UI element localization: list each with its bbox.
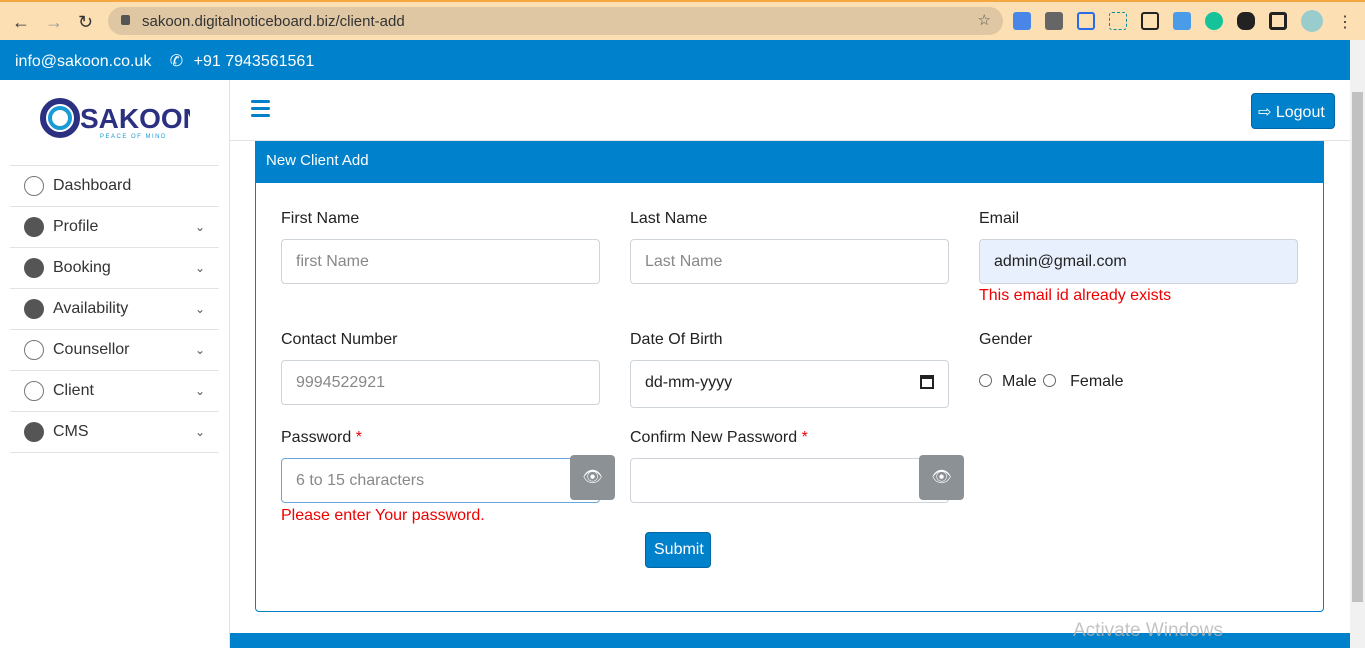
dob-placeholder: dd-mm-yyyy — [645, 374, 733, 391]
translate-icon[interactable] — [1013, 12, 1031, 30]
clock-icon — [24, 381, 44, 401]
sidepanel-icon[interactable] — [1269, 12, 1287, 30]
sidebar-item-booking[interactable]: Booking ⌄ — [10, 248, 219, 289]
phone-icon: ✆ — [169, 53, 184, 70]
puzzle-icon[interactable] — [1237, 12, 1255, 30]
back-icon[interactable]: ← — [12, 12, 30, 33]
user-icon — [24, 217, 44, 237]
header: ⇨ Logout — [230, 80, 1350, 141]
gender-radios: Male Female — [979, 373, 1124, 391]
female-label: Female — [1070, 373, 1124, 390]
sidebar-item-client[interactable]: Client ⌄ — [10, 371, 219, 412]
browser-toolbar: ← → ↻ sakoon.digitalnoticeboard.biz/clie… — [0, 0, 1365, 40]
email-input[interactable]: admin@gmail.com — [979, 239, 1298, 284]
avatar[interactable] — [1301, 10, 1323, 32]
contact-email[interactable]: info@sakoon.co.uk — [15, 53, 151, 70]
sidebar-item-availability[interactable]: Availability ⌄ — [10, 289, 219, 330]
logo[interactable]: SAKOON PEACE OF MIND — [40, 96, 203, 145]
first-name-label: First Name — [281, 210, 360, 227]
sigma-icon[interactable] — [1045, 12, 1063, 30]
confirm-password-input[interactable] — [630, 458, 949, 503]
contact-input[interactable]: 9994522921 — [281, 360, 600, 405]
record-icon[interactable] — [1077, 12, 1095, 30]
dob-label: Date Of Birth — [630, 331, 723, 348]
calendar-icon[interactable] — [920, 375, 934, 389]
password-label: Password * — [281, 429, 362, 446]
dashboard-icon — [24, 299, 44, 319]
activate-windows-watermark: Activate Windows — [1073, 620, 1223, 641]
logout-label: Logout — [1275, 104, 1325, 121]
menu-dots-icon[interactable]: ⋮ — [1337, 12, 1353, 31]
submit-button[interactable]: Submit — [645, 532, 711, 568]
hamburger-menu-icon[interactable] — [251, 100, 270, 121]
new-client-form: New Client Add First Name first Name Las… — [255, 141, 1324, 612]
chevron-down-icon: ⌄ — [194, 384, 205, 398]
sidebar-item-label: Client — [53, 382, 94, 399]
email-label: Email — [979, 210, 1020, 227]
home-icon — [24, 176, 44, 196]
first-name-input[interactable]: first Name — [281, 239, 600, 284]
show-password-eye-icon[interactable]: 👁 — [570, 455, 615, 500]
pip-icon[interactable] — [1141, 12, 1159, 30]
female-radio[interactable] — [1043, 374, 1057, 387]
clock-icon — [24, 340, 44, 360]
sidebar-item-label: Booking — [53, 259, 111, 276]
n-extension-icon[interactable] — [1109, 12, 1127, 30]
sidebar-item-cms[interactable]: CMS ⌄ — [10, 412, 219, 453]
sidebar-item-profile[interactable]: Profile ⌄ — [10, 207, 219, 248]
logout-button[interactable]: ⇨ Logout — [1251, 93, 1335, 129]
male-label: Male — [1002, 373, 1037, 390]
chevron-down-icon: ⌄ — [194, 343, 205, 357]
address-bar[interactable]: sakoon.digitalnoticeboard.biz/client-add… — [108, 7, 1003, 35]
sidebar-menu: Dashboard Profile ⌄ Booking ⌄ Availability ⌄ Co… — [10, 165, 219, 453]
sidebar-item-counsellor[interactable]: Counsellor ⌄ — [10, 330, 219, 371]
url-text: sakoon.digitalnoticeboard.biz/client-add — [142, 13, 405, 30]
last-name-input[interactable]: Last Name — [630, 239, 949, 284]
reload-icon[interactable]: ↻ — [78, 12, 93, 33]
sidebar-item-dashboard[interactable]: Dashboard — [10, 166, 219, 207]
sidebar: SAKOON PEACE OF MIND DashboardProfile⌄Bo… — [0, 80, 230, 648]
forward-icon[interactable]: → — [45, 12, 63, 33]
star-icon[interactable]: ☆ — [978, 11, 991, 29]
email-error: This email id already exists — [979, 287, 1172, 304]
last-name-label: Last Name — [630, 210, 708, 227]
chevron-down-icon: ⌄ — [194, 425, 205, 439]
lock-icon — [121, 15, 130, 25]
dashboard-icon — [24, 422, 44, 442]
svg-text:PEACE OF MIND: PEACE OF MIND — [100, 134, 167, 140]
confirm-password-label: Confirm New Password * — [630, 429, 808, 446]
sidebar-item-label: CMS — [53, 423, 89, 440]
fi-extension-icon[interactable] — [1173, 12, 1191, 30]
sidebar-item-label: Dashboard — [53, 177, 132, 194]
male-radio[interactable] — [979, 374, 992, 387]
gender-label: Gender — [979, 331, 1033, 348]
sidebar-item-label: Counsellor — [53, 341, 130, 358]
chevron-down-icon: ⌄ — [194, 261, 205, 275]
user-icon — [24, 258, 44, 278]
show-confirm-password-eye-icon[interactable]: 👁 — [919, 455, 964, 500]
extensions: ⋮ — [1013, 10, 1353, 32]
chevron-down-icon: ⌄ — [194, 302, 205, 316]
contact-bar: info@sakoon.co.uk ✆ +91 7943561561 — [0, 40, 1350, 80]
scrollbar[interactable] — [1350, 40, 1365, 648]
password-error: Please enter Your password. — [281, 507, 485, 524]
dob-input[interactable]: dd-mm-yyyy — [630, 360, 949, 408]
sidebar-item-label: Profile — [53, 218, 99, 235]
sidebar-item-label: Availability — [53, 300, 129, 317]
password-input[interactable]: 6 to 15 characters — [281, 458, 600, 503]
contact-label: Contact Number — [281, 331, 398, 348]
chevron-down-icon: ⌄ — [194, 220, 205, 234]
grammarly-icon[interactable] — [1205, 12, 1223, 30]
contact-phone[interactable]: +91 7943561561 — [194, 53, 315, 70]
logout-icon: ⇨ — [1258, 104, 1272, 121]
svg-text:SAKOON: SAKOON — [80, 103, 190, 134]
